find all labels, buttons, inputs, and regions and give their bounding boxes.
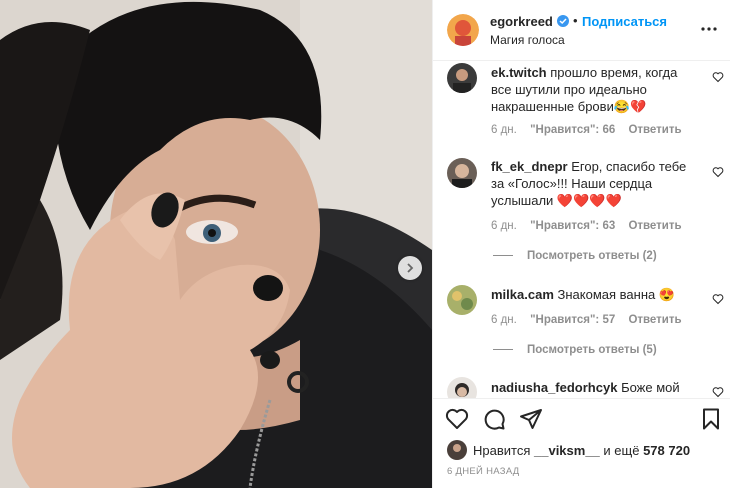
post-side-panel: egorkreed • Подписаться Магия голоса ek.…	[432, 0, 730, 488]
follow-button[interactable]: Подписаться	[582, 14, 667, 29]
chevron-right-icon	[407, 263, 414, 273]
comment-age[interactable]: 6 дн.	[491, 314, 517, 326]
comment-text: fk_ek_dnepr Егор, спасибо тебе за «Голос…	[491, 158, 697, 209]
liker-avatar[interactable]	[447, 440, 467, 460]
comment-meta: 6 дн. "Нравится": 66 Ответить	[491, 124, 692, 136]
likes-middle: и ещё	[603, 442, 640, 458]
likes-count[interactable]: 578 720	[643, 443, 690, 458]
heart-icon[interactable]	[712, 386, 724, 398]
post-actions-bar	[433, 398, 730, 434]
heart-icon[interactable]	[712, 293, 724, 305]
send-icon[interactable]	[519, 407, 543, 431]
avatar-image	[447, 14, 479, 46]
comment-body: Знакомая ванна 😍	[557, 287, 676, 302]
post-header: egorkreed • Подписаться Магия голоса	[433, 0, 730, 61]
comment-likes[interactable]: "Нравится": 57	[530, 314, 615, 326]
comment-username[interactable]: milka.cam	[491, 287, 554, 302]
person-photo	[0, 0, 432, 488]
comments-list[interactable]: ek.twitch прошло время, когда все шутили…	[433, 61, 730, 398]
author-username[interactable]: egorkreed	[490, 14, 553, 29]
commenter-avatar[interactable]	[447, 285, 477, 315]
commenter-avatar[interactable]	[447, 158, 477, 188]
avatar-image	[447, 377, 477, 398]
comment-likes[interactable]: "Нравится": 66	[530, 124, 615, 136]
more-options-icon[interactable]	[699, 22, 719, 36]
comment-text: ek.twitch прошло время, когда все шутили…	[491, 64, 697, 115]
divider-line	[493, 349, 513, 351]
separator-dot: •	[573, 13, 578, 28]
avatar-image	[447, 285, 477, 315]
next-photo-button[interactable]	[398, 256, 422, 280]
view-replies-button[interactable]: Посмотреть ответы (5)	[493, 344, 657, 356]
comment-age[interactable]: 6 дн.	[491, 220, 517, 232]
likes-prefix: Нравится	[473, 442, 531, 458]
commenter-avatar[interactable]	[447, 377, 477, 398]
comment-username[interactable]: fk_ek_dnepr	[491, 159, 568, 174]
reply-button[interactable]: Ответить	[628, 220, 681, 232]
comment-username[interactable]: ek.twitch	[491, 65, 547, 80]
comment-meta: 6 дн. "Нравится": 57 Ответить	[491, 314, 692, 326]
comment-age[interactable]: 6 дн.	[491, 124, 517, 136]
view-replies-button[interactable]: Посмотреть ответы (2)	[493, 250, 657, 262]
comment-text: nadiusha_fedorhcyk Боже мой	[491, 379, 697, 396]
likes-summary: Нравится __viksm__ и ещё 578 720	[447, 440, 690, 460]
reply-button[interactable]: Ответить	[628, 124, 681, 136]
liker-username[interactable]: __viksm__	[534, 443, 600, 458]
view-replies-label: Посмотреть ответы (5)	[527, 344, 657, 356]
comment-body: Боже мой	[621, 380, 680, 395]
avatar-image	[447, 158, 477, 188]
avatar-image	[447, 63, 477, 93]
comment-meta: 6 дн. "Нравится": 63 Ответить	[491, 220, 692, 232]
divider-line	[493, 255, 513, 257]
bookmark-icon[interactable]	[699, 407, 723, 431]
reply-button[interactable]: Ответить	[628, 314, 681, 326]
heart-icon[interactable]	[712, 71, 724, 83]
heart-icon[interactable]	[445, 407, 469, 431]
view-replies-label: Посмотреть ответы (2)	[527, 250, 657, 262]
post-date[interactable]: 6 ДНЕЙ НАЗАД	[447, 466, 520, 477]
comment-username[interactable]: nadiusha_fedorhcyk	[491, 380, 617, 395]
heart-icon[interactable]	[712, 166, 724, 178]
post-location[interactable]: Магия голоса	[490, 33, 565, 47]
comment-text: milka.cam Знакомая ванна 😍	[491, 286, 697, 303]
avatar-image	[447, 440, 467, 460]
post-photo[interactable]	[0, 0, 432, 488]
verified-badge-icon	[557, 15, 569, 27]
comment-likes[interactable]: "Нравится": 63	[530, 220, 615, 232]
commenter-avatar[interactable]	[447, 63, 477, 93]
comment-icon[interactable]	[482, 407, 506, 431]
author-avatar[interactable]	[447, 14, 479, 46]
